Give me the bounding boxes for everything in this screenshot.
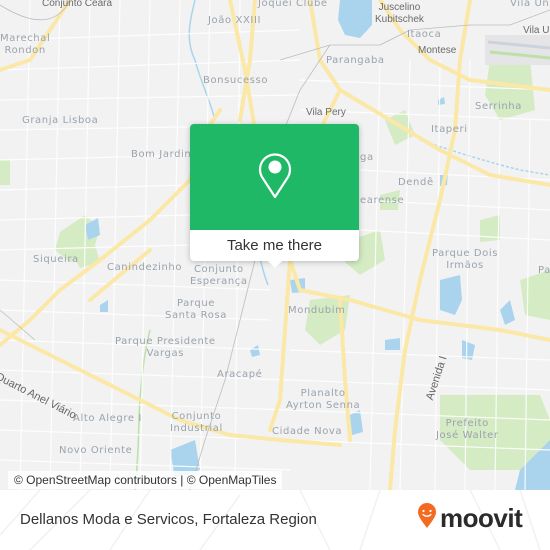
label-marechal-rondon: Marechal Rondon — [0, 33, 51, 56]
label-granja-lisboa: Granja Lisboa — [22, 115, 99, 126]
label-serrinha: Serrinha — [475, 101, 522, 112]
label-maraponga: ga — [360, 152, 374, 163]
label-joao-xxiii: João XXIII — [208, 15, 262, 26]
label-prefeito-jose-walter: Prefeito José Walter — [436, 418, 499, 441]
label-mondubim: Mondubim — [288, 305, 346, 316]
moovit-wordmark: moovit — [440, 503, 523, 533]
map-pin-icon — [255, 149, 295, 205]
label-alto-alegre: Alto Alegre I — [73, 413, 142, 424]
label-montese: Montese — [418, 45, 457, 56]
destination-popup: Take me there — [190, 124, 359, 268]
label-conjunto-ceara: Conjunto Ceará — [42, 0, 113, 9]
label-canindezinho: Canindezinho — [107, 262, 183, 273]
take-me-there-button[interactable]: Take me there — [190, 230, 359, 261]
label-parque-santa-rosa: Parque Santa Rosa — [165, 298, 227, 321]
moovit-pin-icon — [417, 503, 437, 533]
label-bom-jardim: Bom Jardim — [131, 149, 195, 160]
label-itaperi: Itaperi — [431, 124, 468, 135]
label-conjunto-esperanca: Conjunto Esperança — [190, 264, 248, 287]
label-dende: Dendê — [398, 177, 434, 188]
label-pa: Pa — [538, 265, 550, 276]
moovit-logo[interactable]: moovit — [417, 503, 523, 533]
label-cidade-nova: Cidade Nova — [272, 426, 343, 437]
label-siqueira: Siqueira — [33, 254, 79, 265]
label-parque-dois-irmaos: Parque Dois Irmãos — [432, 248, 499, 271]
popup-header — [190, 124, 359, 230]
label-joquei-clube: Jóquei Clube — [258, 0, 328, 9]
label-parque-presidente-vargas: Parque Presidente Vargas — [115, 336, 216, 359]
footer: Dellanos Moda e Servicos, Fortaleza Regi… — [0, 490, 550, 550]
label-juscelino-kubitschek: Juscelino Kubitschek — [375, 2, 424, 25]
label-novo-oriente: Novo Oriente — [59, 445, 133, 456]
place-title: Dellanos Moda e Servicos, Fortaleza Regi… — [20, 511, 317, 528]
map-attribution[interactable]: © OpenStreetMap contributors | © OpenMap… — [8, 471, 283, 489]
label-vila-pery: Vila Pery — [306, 107, 346, 118]
label-itaoca: Itaoca — [407, 29, 442, 40]
label-planalto-ayrton-senna: Planalto Ayrton Senna — [286, 388, 361, 411]
label-parangaba: Parangaba — [326, 55, 385, 66]
label-bonsucesso: Bonsucesso — [203, 75, 269, 86]
label-aracape: Aracapé — [217, 369, 263, 380]
popup-tail — [266, 259, 284, 268]
map[interactable]: Conjunto Ceará João XXIII Jóquei Clube J… — [0, 0, 550, 490]
label-conjunto-industrial: Conjunto Industrial — [170, 411, 223, 434]
label-vila-uniao-2: Vila U — [523, 25, 550, 36]
label-cearense: earense — [360, 195, 405, 206]
label-vila-uniao-1: Vila Un — [510, 0, 550, 9]
